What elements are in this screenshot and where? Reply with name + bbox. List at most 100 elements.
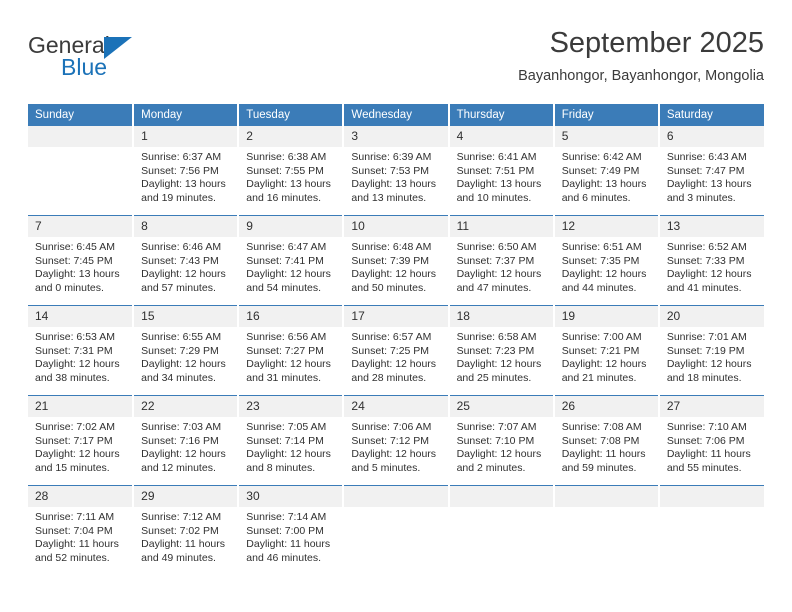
page-title: September 2025	[549, 27, 764, 59]
day-sunset: Sunset: 7:47 PM	[666, 164, 745, 177]
day-number: 12	[554, 216, 658, 237]
day-sun-info: Sunrise: 7:06 AM Sunset: 7:12 PM Daylight:…	[344, 417, 447, 475]
calendar-day-cell[interactable]: 18 Sunrise: 6:58 AM Sunset: 7:23 PM Dayligh…	[448, 305, 555, 396]
day-sunset: Sunset: 7:49 PM	[561, 164, 640, 177]
day-daylight-line2: and 46 minutes.	[246, 551, 321, 564]
day-sunrise: Sunrise: 7:14 AM	[246, 511, 327, 523]
day-sunrise: Sunrise: 6:50 AM	[456, 241, 537, 253]
day-sun-info: Sunrise: 6:53 AM Sunset: 7:31 PM Daylight:…	[28, 327, 132, 385]
day-daylight-line2: and 6 minutes.	[561, 191, 631, 204]
day-number	[659, 486, 764, 507]
calendar-day-cell[interactable]: 29 Sunrise: 7:12 AM Sunset: 7:02 PM Dayligh…	[133, 485, 240, 575]
day-number: 24	[344, 396, 448, 417]
day-sunset: Sunset: 7:10 PM	[456, 434, 535, 447]
day-sunrise: Sunrise: 7:07 AM	[456, 421, 537, 433]
day-sunset: Sunset: 7:21 PM	[561, 344, 640, 357]
calendar-day-cell[interactable]: 8 Sunrise: 6:46 AM Sunset: 7:43 PM Daylight…	[133, 215, 240, 306]
day-number: 15	[134, 306, 238, 327]
day-sun-info: Sunrise: 7:05 AM Sunset: 7:14 PM Daylight:…	[239, 417, 342, 475]
day-number: 29	[134, 486, 238, 507]
day-sun-info: Sunrise: 6:51 AM Sunset: 7:35 PM Daylight:…	[555, 237, 658, 295]
day-sun-info: Sunrise: 7:03 AM Sunset: 7:16 PM Daylight:…	[134, 417, 237, 475]
calendar-day-cell[interactable]: 13 Sunrise: 6:52 AM Sunset: 7:33 PM Dayligh…	[658, 215, 764, 306]
day-sunrise: Sunrise: 6:38 AM	[246, 151, 327, 163]
day-number: 28	[28, 486, 133, 507]
calendar-day-cell[interactable]: 11 Sunrise: 6:50 AM Sunset: 7:37 PM Dayligh…	[448, 215, 555, 306]
calendar-day-cell[interactable]: 3 Sunrise: 6:39 AM Sunset: 7:53 PM Daylight…	[343, 126, 450, 216]
calendar-week-row: 1 Sunrise: 6:37 AM Sunset: 7:56 PM Daylight…	[28, 126, 764, 216]
calendar-day-cell[interactable]: 23 Sunrise: 7:05 AM Sunset: 7:14 PM Dayligh…	[238, 395, 345, 486]
calendar-day-cell[interactable]: 16 Sunrise: 6:56 AM Sunset: 7:27 PM Dayligh…	[238, 305, 345, 396]
calendar-day-cell[interactable]: 24 Sunrise: 7:06 AM Sunset: 7:12 PM Dayligh…	[343, 395, 450, 486]
calendar-day-cell[interactable]: 17 Sunrise: 6:57 AM Sunset: 7:25 PM Dayligh…	[343, 305, 450, 396]
day-sunrise: Sunrise: 6:53 AM	[35, 331, 115, 343]
day-sun-info: Sunrise: 6:56 AM Sunset: 7:27 PM Daylight:…	[239, 327, 342, 385]
day-daylight-line1: Daylight: 12 hours	[141, 268, 226, 281]
day-sunrise: Sunrise: 6:41 AM	[456, 151, 537, 163]
day-daylight-line1: Daylight: 12 hours	[666, 268, 752, 281]
day-sun-info: Sunrise: 7:01 AM Sunset: 7:19 PM Daylight:…	[660, 327, 764, 385]
calendar-day-cell[interactable]: 25 Sunrise: 7:07 AM Sunset: 7:10 PM Dayligh…	[448, 395, 555, 486]
location-subtitle: Bayanhongor, Bayanhongor, Mongolia	[518, 68, 764, 84]
weekday-header-monday: Monday	[133, 104, 240, 126]
day-number	[449, 486, 553, 507]
day-daylight-line2: and 55 minutes.	[666, 461, 742, 474]
day-sun-info: Sunrise: 6:52 AM Sunset: 7:33 PM Daylight:…	[660, 237, 764, 295]
day-sun-info: Sunrise: 6:55 AM Sunset: 7:29 PM Daylight:…	[134, 327, 237, 385]
day-daylight-line1: Daylight: 13 hours	[246, 178, 331, 191]
calendar-day-cell[interactable]: 4 Sunrise: 6:41 AM Sunset: 7:51 PM Daylight…	[448, 126, 555, 216]
day-sun-info: Sunrise: 7:10 AM Sunset: 7:06 PM Daylight:…	[660, 417, 764, 475]
day-number: 25	[449, 396, 553, 417]
day-sunset: Sunset: 7:55 PM	[246, 164, 324, 177]
calendar-day-cell[interactable]: 26 Sunrise: 7:08 AM Sunset: 7:08 PM Dayligh…	[553, 395, 660, 486]
day-number: 2	[239, 126, 343, 147]
day-daylight-line1: Daylight: 12 hours	[141, 448, 226, 461]
day-daylight-line1: Daylight: 13 hours	[561, 178, 647, 191]
calendar-day-cell[interactable]: 7 Sunrise: 6:45 AM Sunset: 7:45 PM Daylight…	[28, 215, 135, 306]
calendar-day-cell[interactable]: 21 Sunrise: 7:02 AM Sunset: 7:17 PM Dayligh…	[28, 395, 135, 486]
calendar-day-cell[interactable]: 1 Sunrise: 6:37 AM Sunset: 7:56 PM Daylight…	[133, 126, 240, 216]
calendar-week-row: 21 Sunrise: 7:02 AM Sunset: 7:17 PM Dayligh…	[28, 395, 764, 486]
day-sun-info: Sunrise: 6:48 AM Sunset: 7:39 PM Daylight:…	[344, 237, 447, 295]
calendar-day-cell[interactable]: 27 Sunrise: 7:10 AM Sunset: 7:06 PM Dayligh…	[658, 395, 764, 486]
calendar-day-cell[interactable]: 2 Sunrise: 6:38 AM Sunset: 7:55 PM Daylight…	[238, 126, 345, 216]
calendar-day-cell[interactable]: 6 Sunrise: 6:43 AM Sunset: 7:47 PM Daylight…	[659, 126, 764, 216]
day-daylight-line1: Daylight: 12 hours	[35, 358, 120, 371]
day-sunset: Sunset: 7:37 PM	[456, 254, 535, 267]
day-sunrise: Sunrise: 6:57 AM	[351, 331, 432, 343]
calendar-day-cell[interactable]: 20 Sunrise: 7:01 AM Sunset: 7:19 PM Dayligh…	[658, 305, 764, 396]
calendar-day-cell[interactable]: 5 Sunrise: 6:42 AM Sunset: 7:49 PM Daylight…	[553, 126, 660, 216]
day-daylight-line1: Daylight: 13 hours	[456, 178, 542, 191]
calendar-day-cell[interactable]: 9 Sunrise: 6:47 AM Sunset: 7:41 PM Daylight…	[238, 215, 345, 306]
day-sunrise: Sunrise: 7:12 AM	[141, 511, 222, 523]
day-daylight-line1: Daylight: 12 hours	[351, 358, 437, 371]
day-daylight-line2: and 5 minutes.	[351, 461, 421, 474]
day-sunset: Sunset: 7:51 PM	[456, 164, 535, 177]
day-sun-info: Sunrise: 6:41 AM Sunset: 7:51 PM Daylight:…	[450, 147, 553, 205]
calendar-day-cell[interactable]: 14 Sunrise: 6:53 AM Sunset: 7:31 PM Dayligh…	[28, 305, 135, 396]
day-daylight-line2: and 49 minutes.	[141, 551, 216, 564]
day-sun-info: Sunrise: 6:42 AM Sunset: 7:49 PM Daylight:…	[555, 147, 658, 205]
day-sunset: Sunset: 7:25 PM	[351, 344, 430, 357]
calendar-day-cell[interactable]: 30 Sunrise: 7:14 AM Sunset: 7:00 PM Dayligh…	[238, 485, 345, 575]
day-sunset: Sunset: 7:41 PM	[246, 254, 324, 267]
calendar-day-cell[interactable]: 15 Sunrise: 6:55 AM Sunset: 7:29 PM Dayligh…	[133, 305, 240, 396]
day-sunrise: Sunrise: 6:46 AM	[141, 241, 222, 253]
day-daylight-line2: and 54 minutes.	[246, 281, 321, 294]
day-daylight-line2: and 44 minutes.	[561, 281, 637, 294]
day-daylight-line1: Daylight: 12 hours	[351, 268, 437, 281]
calendar-table: Sunday Monday Tuesday Wednesday Thursday Frid…	[28, 104, 764, 575]
calendar-day-cell[interactable]: 28 Sunrise: 7:11 AM Sunset: 7:04 PM Dayligh…	[28, 485, 135, 575]
day-daylight-line2: and 8 minutes.	[246, 461, 316, 474]
day-daylight-line2: and 0 minutes.	[35, 281, 104, 294]
day-number	[344, 486, 448, 507]
calendar-day-cell-empty	[28, 126, 135, 216]
day-daylight-line1: Daylight: 12 hours	[246, 268, 331, 281]
calendar-day-cell[interactable]: 22 Sunrise: 7:03 AM Sunset: 7:16 PM Dayligh…	[133, 395, 240, 486]
calendar-day-cell[interactable]: 19 Sunrise: 7:00 AM Sunset: 7:21 PM Dayligh…	[553, 305, 660, 396]
day-daylight-line2: and 3 minutes.	[666, 191, 736, 204]
day-daylight-line1: Daylight: 12 hours	[456, 268, 542, 281]
general-blue-logo[interactable]: General Blue	[28, 32, 158, 84]
calendar-day-cell[interactable]: 10 Sunrise: 6:48 AM Sunset: 7:39 PM Dayligh…	[343, 215, 450, 306]
calendar-day-cell[interactable]: 12 Sunrise: 6:51 AM Sunset: 7:35 PM Dayligh…	[553, 215, 660, 306]
